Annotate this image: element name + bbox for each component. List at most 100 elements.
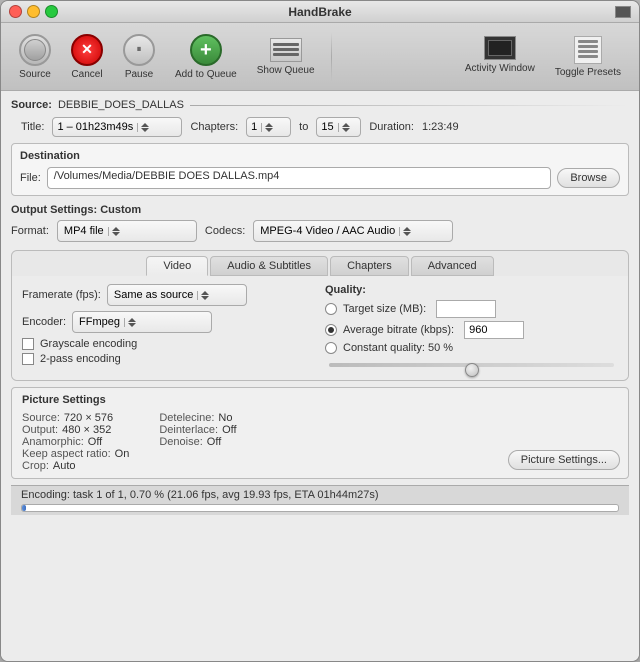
progress-bar-container: [21, 504, 619, 512]
title-arrow-up[interactable]: [141, 123, 149, 127]
output-settings-section: Output Settings: Custom Format: MP4 file…: [11, 202, 629, 244]
show-queue-toolbar-button[interactable]: Show Queue: [249, 34, 323, 80]
picture-settings-button[interactable]: Picture Settings...: [508, 450, 620, 470]
encoder-down[interactable]: [128, 323, 136, 327]
chapters-to-select[interactable]: 15: [316, 117, 361, 137]
keep-aspect-value: On: [115, 448, 130, 460]
framerate-arrows[interactable]: [197, 291, 209, 300]
chapters-label: Chapters:: [190, 121, 238, 133]
presets-line-2: [578, 45, 598, 48]
crop-label: Crop:: [22, 460, 49, 472]
encoder-label: Encoder:: [22, 316, 66, 328]
toggle-presets-toolbar-button[interactable]: Toggle Presets: [547, 32, 629, 82]
target-size-label: Target size (MB):: [343, 303, 426, 315]
file-label: File:: [20, 172, 41, 184]
target-size-input[interactable]: [436, 300, 496, 318]
codecs-value: MPEG-4 Video / AAC Audio: [260, 225, 395, 237]
tab-audio[interactable]: Audio & Subtitles: [210, 256, 328, 276]
encoder-up[interactable]: [128, 318, 136, 322]
toggle-presets-label: Toggle Presets: [555, 67, 621, 78]
add-to-queue-toolbar-button[interactable]: + Add to Queue: [167, 30, 245, 84]
avg-bitrate-radio[interactable]: [325, 324, 337, 336]
title-label: Title:: [21, 121, 44, 133]
chapters-to-arrows[interactable]: [338, 123, 350, 132]
browse-button[interactable]: Browse: [557, 168, 620, 188]
framerate-select[interactable]: Same as source: [107, 284, 247, 306]
chapters-from-up[interactable]: [265, 123, 273, 127]
chapters-from-down[interactable]: [265, 128, 273, 132]
toolbar-right: Activity Window Toggle Presets: [457, 32, 629, 82]
encoder-value: FFmpeg: [79, 316, 120, 328]
picture-settings-section: Picture Settings Source: 720 × 576 Outpu…: [11, 387, 629, 479]
grayscale-checkbox[interactable]: [22, 338, 34, 350]
constant-quality-row: Constant quality: 50 %: [325, 342, 618, 354]
codecs-arrow-up[interactable]: [403, 227, 411, 231]
source-divider: [190, 105, 629, 106]
minimize-button[interactable]: [27, 5, 40, 18]
destination-section: Destination File: /Volumes/Media/DEBBIE …: [11, 143, 629, 196]
framerate-up[interactable]: [201, 291, 209, 295]
constant-quality-radio[interactable]: [325, 342, 337, 354]
tabs-panel: Video Audio & Subtitles Chapters Advance…: [11, 250, 629, 381]
encoder-arrows[interactable]: [124, 318, 136, 327]
destination-title: Destination: [20, 150, 620, 162]
chapters-from-arrows[interactable]: [261, 123, 273, 132]
tabs-header: Video Audio & Subtitles Chapters Advance…: [12, 251, 628, 276]
close-button[interactable]: [9, 5, 22, 18]
window-icon: [615, 6, 631, 18]
presets-icon: [574, 36, 602, 64]
cancel-toolbar-button[interactable]: ✕ Cancel: [63, 30, 111, 84]
format-arrow-down[interactable]: [112, 232, 120, 236]
twopass-label: 2-pass encoding: [40, 353, 121, 365]
activity-window-label: Activity Window: [465, 63, 535, 74]
source-icon-inner: [24, 39, 46, 61]
deinterlace-label: Deinterlace:: [159, 424, 218, 436]
quality-slider-track: [329, 358, 614, 372]
format-select[interactable]: MP4 file: [57, 220, 197, 242]
twopass-row: 2-pass encoding: [22, 353, 315, 365]
pause-toolbar-button[interactable]: ⏸ Pause: [115, 30, 163, 84]
file-path-input[interactable]: /Volumes/Media/DEBBIE DOES DALLAS.mp4: [47, 167, 552, 189]
title-select[interactable]: 1 – 01h23m49s: [52, 117, 182, 137]
format-dropdown-arrows[interactable]: [108, 227, 120, 236]
tab-advanced[interactable]: Advanced: [411, 256, 494, 276]
show-queue-label: Show Queue: [257, 65, 315, 76]
deinterlace-row: Deinterlace: Off: [159, 424, 236, 436]
output-settings-label: Output Settings: Custom: [11, 204, 141, 216]
format-arrow-up[interactable]: [112, 227, 120, 231]
picture-left: Source: 720 × 576 Output: 480 × 352 Anam…: [22, 412, 129, 472]
detelecine-value: No: [218, 412, 232, 424]
avg-bitrate-label: Average bitrate (kbps):: [343, 324, 454, 336]
encoder-row: Encoder: FFmpeg: [22, 311, 315, 333]
cancel-icon: ✕: [71, 34, 103, 66]
toolbar: Source ✕ Cancel ⏸ Pause + Add to Queue S…: [1, 23, 639, 91]
framerate-value: Same as source: [114, 289, 193, 301]
title-select-arrows[interactable]: [137, 123, 149, 132]
to-label: to: [299, 121, 308, 133]
encoder-select[interactable]: FFmpeg: [72, 311, 212, 333]
codecs-dropdown-arrows[interactable]: [399, 227, 411, 236]
avg-bitrate-input[interactable]: [464, 321, 524, 339]
chapters-to-down[interactable]: [342, 128, 350, 132]
codecs-select[interactable]: MPEG-4 Video / AAC Audio: [253, 220, 453, 242]
tab-video[interactable]: Video: [146, 256, 208, 276]
twopass-checkbox[interactable]: [22, 353, 34, 365]
chapters-to-up[interactable]: [342, 123, 350, 127]
framerate-row: Framerate (fps): Same as source: [22, 284, 315, 306]
maximize-button[interactable]: [45, 5, 58, 18]
chapters-from-select[interactable]: 1: [246, 117, 291, 137]
grayscale-label: Grayscale encoding: [40, 338, 137, 350]
title-arrow-down[interactable]: [141, 128, 149, 132]
framerate-down[interactable]: [201, 296, 209, 300]
grayscale-row: Grayscale encoding: [22, 338, 315, 350]
output-row: Output Settings: Custom: [11, 204, 629, 216]
target-size-radio[interactable]: [325, 303, 337, 315]
activity-screen: [488, 40, 512, 56]
source-toolbar-button[interactable]: Source: [11, 30, 59, 84]
quality-slider-thumb[interactable]: [465, 363, 479, 377]
tab-chapters[interactable]: Chapters: [330, 256, 409, 276]
codecs-arrow-down[interactable]: [403, 232, 411, 236]
activity-window-toolbar-button[interactable]: Activity Window: [457, 32, 543, 82]
quality-slider-bg: [329, 363, 614, 367]
source-field-label: Source:: [11, 99, 52, 111]
